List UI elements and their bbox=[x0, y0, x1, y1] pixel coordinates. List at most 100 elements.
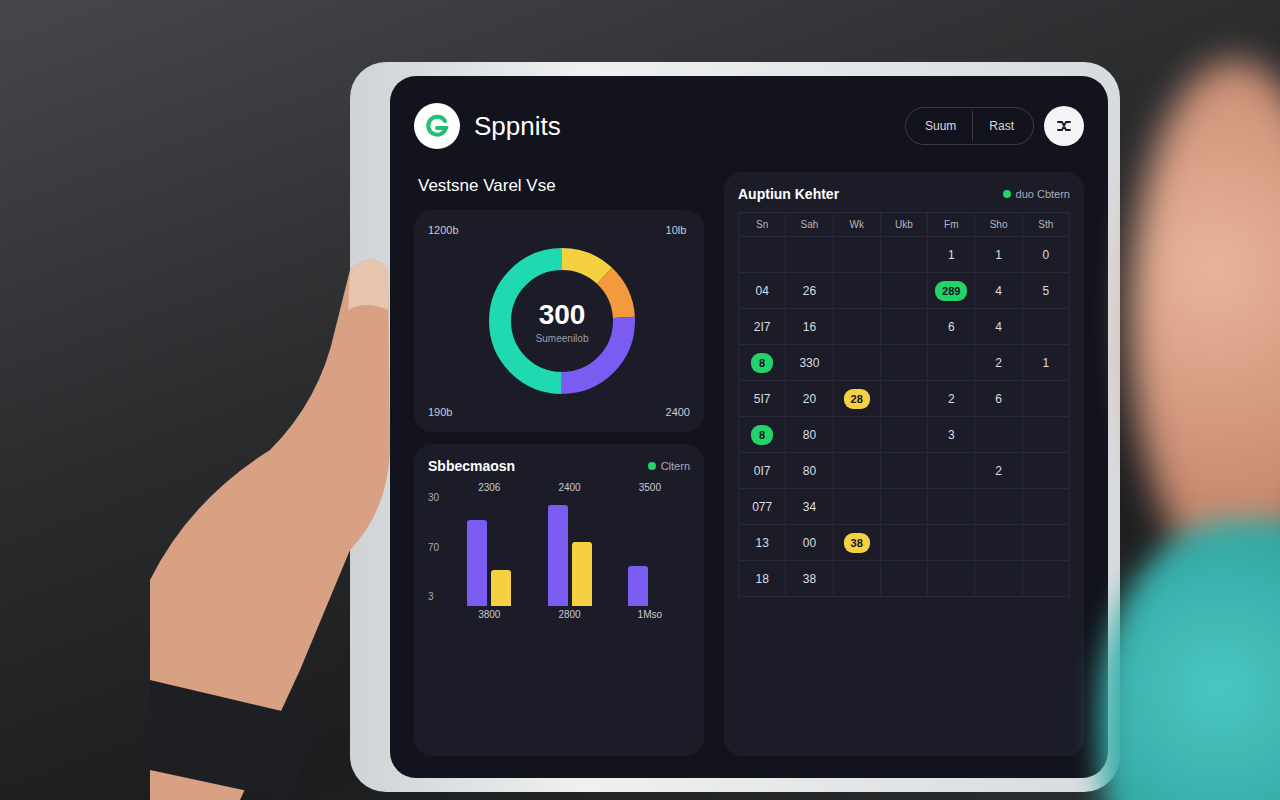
calendar-cell[interactable]: 2 bbox=[974, 452, 1021, 488]
calendar-cell[interactable] bbox=[974, 524, 1021, 560]
calendar-cell[interactable]: 00 bbox=[785, 524, 832, 560]
calendar-cell[interactable] bbox=[974, 416, 1021, 452]
bar bbox=[491, 570, 511, 606]
calendar-cell[interactable] bbox=[974, 488, 1021, 524]
calendar-cell[interactable]: 13 bbox=[738, 524, 785, 560]
calendar-column-header: Ukb bbox=[880, 212, 927, 236]
calendar-cell[interactable] bbox=[1022, 452, 1069, 488]
calendar-cell[interactable] bbox=[1022, 416, 1069, 452]
calendar-cell[interactable]: 4 bbox=[974, 272, 1021, 308]
calendar-cell[interactable] bbox=[1022, 560, 1069, 596]
calendar-cell[interactable] bbox=[1022, 308, 1069, 344]
calendar-cell[interactable] bbox=[833, 452, 880, 488]
calendar-cell[interactable] bbox=[833, 416, 880, 452]
blurred-shirt bbox=[1100, 520, 1280, 800]
header-button[interactable]: Rast bbox=[972, 111, 1030, 141]
calendar-cell[interactable] bbox=[927, 524, 974, 560]
y-tick: 30 bbox=[428, 492, 439, 503]
calendar-cell[interactable] bbox=[880, 272, 927, 308]
calendar-cell[interactable] bbox=[1022, 380, 1069, 416]
donut-chart: 300Sumeenilob bbox=[477, 236, 647, 406]
calendar-cell[interactable]: 2I7 bbox=[738, 308, 785, 344]
logo[interactable] bbox=[414, 103, 460, 149]
calendar-cell[interactable] bbox=[833, 560, 880, 596]
calendar-legend: duo Cbtern bbox=[1003, 188, 1070, 200]
calendar-cell[interactable]: 1 bbox=[974, 236, 1021, 272]
calendar-cell[interactable]: 28 bbox=[833, 380, 880, 416]
calendar-cell[interactable] bbox=[833, 236, 880, 272]
calendar-cell[interactable]: 8 bbox=[738, 344, 785, 380]
calendar-cell[interactable] bbox=[1022, 524, 1069, 560]
calendar-cell[interactable]: 38 bbox=[785, 560, 832, 596]
calendar-cell[interactable]: 0 bbox=[1022, 236, 1069, 272]
calendar-cell[interactable] bbox=[880, 488, 927, 524]
bar-value-label: 2400 bbox=[558, 482, 580, 493]
calendar-cell[interactable] bbox=[833, 308, 880, 344]
calendar-cell[interactable]: 80 bbox=[785, 416, 832, 452]
calendar-cell[interactable]: 16 bbox=[785, 308, 832, 344]
calendar-cell[interactable]: 077 bbox=[738, 488, 785, 524]
calendar-cell[interactable]: 20 bbox=[785, 380, 832, 416]
calendar-cell[interactable]: 1 bbox=[1022, 344, 1069, 380]
calendar-cell[interactable] bbox=[880, 236, 927, 272]
calendar-cell[interactable] bbox=[880, 416, 927, 452]
calendar-cell[interactable]: 5 bbox=[1022, 272, 1069, 308]
calendar-cell[interactable]: 34 bbox=[785, 488, 832, 524]
calendar-cell[interactable] bbox=[927, 452, 974, 488]
calendar-cell[interactable]: 330 bbox=[785, 344, 832, 380]
header-button[interactable]: Suum bbox=[909, 111, 972, 141]
photo-scene: SppnitsSuumRastVestsne Varel Vse1200b10l… bbox=[0, 0, 1280, 800]
calendar-event[interactable]: 289 bbox=[935, 281, 967, 301]
calendar-cell[interactable] bbox=[880, 524, 927, 560]
logo-icon bbox=[424, 113, 450, 139]
x-label: 3800 bbox=[478, 609, 500, 620]
calendar-cell[interactable]: 04 bbox=[738, 272, 785, 308]
calendar-cell[interactable] bbox=[1022, 488, 1069, 524]
calendar-cell[interactable]: 3 bbox=[927, 416, 974, 452]
calendar-cell[interactable]: 289 bbox=[927, 272, 974, 308]
calendar-cell[interactable]: 2 bbox=[974, 344, 1021, 380]
calendar-cell[interactable]: 1 bbox=[927, 236, 974, 272]
calendar-cell[interactable]: 6 bbox=[927, 308, 974, 344]
donut-label: 2400 bbox=[666, 406, 690, 418]
calendar-cell[interactable]: 18 bbox=[738, 560, 785, 596]
calendar-cell[interactable] bbox=[927, 344, 974, 380]
bar-row bbox=[467, 496, 511, 606]
calendar-cell[interactable]: 8 bbox=[738, 416, 785, 452]
calendar-cell[interactable] bbox=[833, 272, 880, 308]
card-title: Sbbecmaosn bbox=[428, 458, 515, 474]
calendar-cell[interactable] bbox=[927, 560, 974, 596]
calendar-column-header: Sn bbox=[738, 212, 785, 236]
dashboard: Vestsne Varel Vse1200b10lb190b2400300Sum… bbox=[414, 172, 1084, 756]
calendar-cell[interactable]: 4 bbox=[974, 308, 1021, 344]
calendar-cell[interactable]: 6 bbox=[974, 380, 1021, 416]
calendar-cell[interactable] bbox=[738, 236, 785, 272]
left-column: Vestsne Varel Vse1200b10lb190b2400300Sum… bbox=[414, 172, 704, 756]
calendar-event[interactable]: 28 bbox=[844, 389, 870, 409]
calendar-cell[interactable] bbox=[880, 344, 927, 380]
calendar-cell[interactable]: 26 bbox=[785, 272, 832, 308]
donut-segment bbox=[500, 259, 624, 383]
calendar-cell[interactable] bbox=[880, 452, 927, 488]
calendar-cell[interactable]: 5I7 bbox=[738, 380, 785, 416]
chart-legend: Cltern bbox=[648, 460, 690, 472]
watch-strap bbox=[150, 680, 320, 800]
calendar-event[interactable]: 38 bbox=[844, 533, 870, 553]
calendar-cell[interactable] bbox=[833, 488, 880, 524]
calendar-cell[interactable]: 2 bbox=[927, 380, 974, 416]
calendar-cell[interactable] bbox=[880, 308, 927, 344]
calendar-cell[interactable] bbox=[880, 380, 927, 416]
calendar-cell[interactable] bbox=[785, 236, 832, 272]
shuffle-button[interactable] bbox=[1044, 106, 1084, 146]
calendar-cell[interactable]: 38 bbox=[833, 524, 880, 560]
bar-group: 24002800 bbox=[548, 482, 592, 620]
calendar-event[interactable]: 8 bbox=[751, 425, 773, 445]
calendar-cell[interactable] bbox=[927, 488, 974, 524]
calendar-cell[interactable] bbox=[974, 560, 1021, 596]
calendar-cell[interactable] bbox=[880, 560, 927, 596]
y-axis: 30703 bbox=[428, 492, 439, 602]
calendar-cell[interactable]: 80 bbox=[785, 452, 832, 488]
calendar-cell[interactable]: 0I7 bbox=[738, 452, 785, 488]
calendar-event[interactable]: 8 bbox=[751, 353, 773, 373]
calendar-cell[interactable] bbox=[833, 344, 880, 380]
